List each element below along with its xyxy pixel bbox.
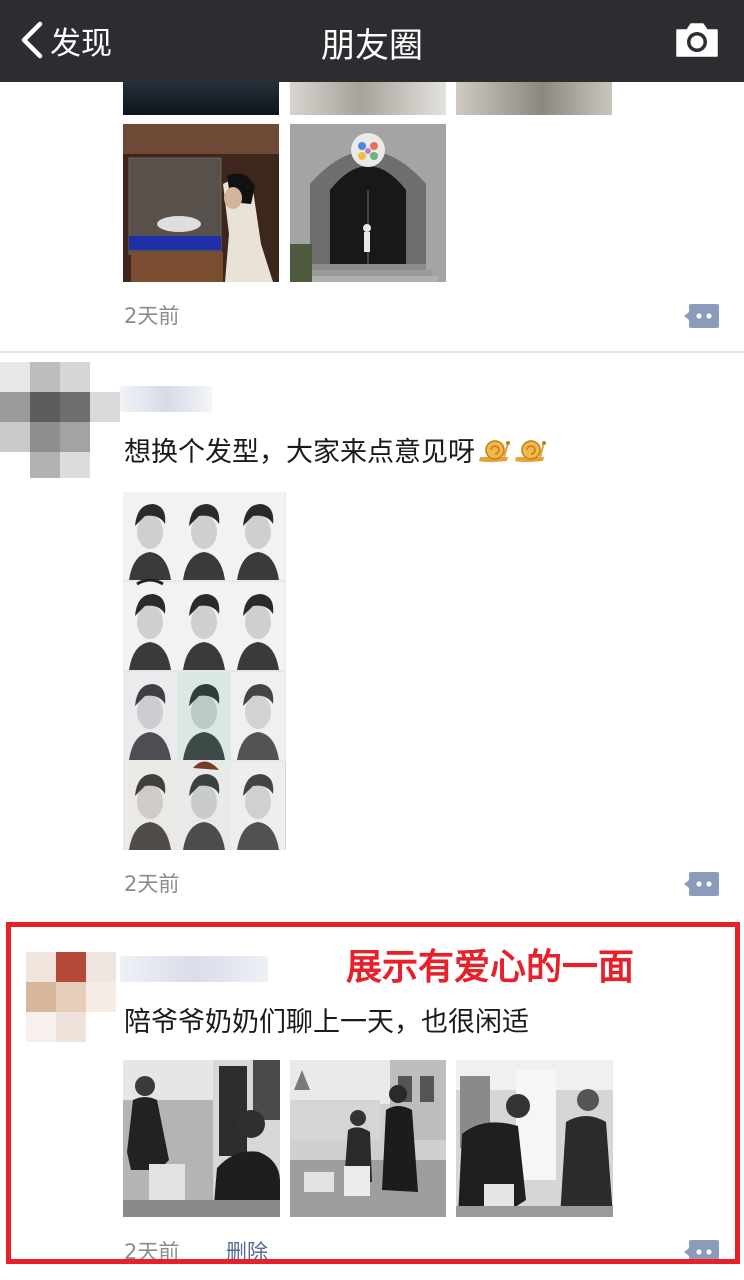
snail-emoji-icon: [479, 440, 510, 462]
post-timestamp: 2天前: [124, 304, 180, 328]
navigation-bar: 发现 朋友圈: [0, 0, 744, 82]
post-timestamp: 2天前: [124, 872, 180, 896]
comment-icon: [684, 872, 719, 896]
comment-button[interactable]: [684, 302, 720, 330]
post-photo[interactable]: [290, 82, 446, 115]
author-name[interactable]: [120, 386, 212, 412]
post-photo[interactable]: [456, 82, 612, 115]
post-divider: [0, 351, 744, 353]
hairstyle-collage-photo[interactable]: [123, 492, 286, 850]
comment-button[interactable]: [684, 870, 720, 898]
page-title: 朋友圈: [321, 26, 423, 66]
camera-icon[interactable]: [674, 20, 720, 60]
post-photo[interactable]: [290, 124, 446, 282]
post-text-content: 想换个发型，大家来点意见呀: [124, 437, 475, 468]
post-text: 想换个发型，大家来点意见呀: [124, 430, 547, 469]
post-photo[interactable]: [123, 82, 279, 115]
snail-emoji-icon: [515, 440, 546, 462]
comment-icon: [684, 304, 719, 328]
highlight-annotation-label: 展示有爱心的一面: [346, 947, 635, 988]
post-photo[interactable]: [123, 124, 279, 282]
avatar[interactable]: [0, 356, 120, 478]
moments-feed[interactable]: 2天前 想换个发型，大家来点意见呀 2天前 陪爷爷奶奶们聊上一天，也很闲适 2天…: [0, 82, 744, 1280]
